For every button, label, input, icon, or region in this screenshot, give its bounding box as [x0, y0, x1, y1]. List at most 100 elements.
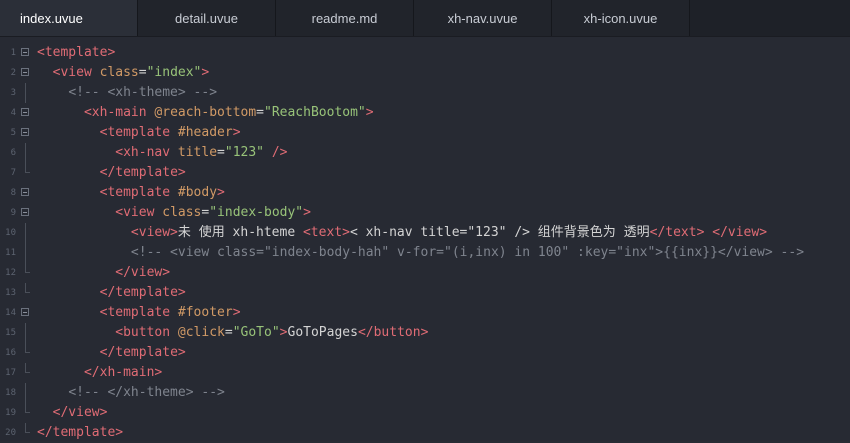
code-line[interactable]: 17 </xh-main> — [0, 363, 850, 383]
code-text: </template> — [37, 163, 186, 183]
line-number: 13 — [5, 288, 16, 298]
code-text: <!-- <xh-theme> --> — [37, 83, 217, 103]
code-token: class — [162, 205, 202, 220]
fold-toggle-icon[interactable] — [21, 208, 29, 216]
tab-detail-uvue[interactable]: detail.uvue — [138, 0, 276, 36]
fold-end-marker — [25, 423, 30, 433]
code-line[interactable]: 2 <view class="index"> — [0, 63, 850, 83]
code-line[interactable]: 5 <template #header> — [0, 123, 850, 143]
line-number: 20 — [5, 428, 16, 438]
tab-bar: index.uvue detail.uvue readme.md xh-nav.… — [0, 0, 850, 37]
code-text: <!-- </xh-theme> --> — [37, 383, 225, 403]
code-token: > — [217, 185, 225, 200]
code-text: <template> — [37, 43, 115, 63]
code-token: "index-body" — [209, 205, 304, 220]
tab-xh-nav-uvue[interactable]: xh-nav.uvue — [414, 0, 552, 36]
code-token: <view> — [130, 225, 178, 240]
code-text: <xh-main @reach-bottom="ReachBootom"> — [37, 103, 374, 123]
code-text: </xh-main> — [37, 363, 162, 383]
code-token: = — [224, 325, 233, 340]
code-line[interactable]: 8 <template #body> — [0, 183, 850, 203]
code-line[interactable]: 12 </view> — [0, 263, 850, 283]
code-token: class — [99, 65, 139, 80]
tab-xh-icon-uvue[interactable]: xh-icon.uvue — [552, 0, 690, 36]
code-editor[interactable]: index.uvue detail.uvue readme.md xh-nav.… — [0, 0, 850, 441]
code-token: <template — [37, 45, 108, 60]
code-token: <!-- </xh-theme> --> — [68, 385, 225, 400]
code-token: GoToPages — [287, 325, 358, 340]
code-token: </template> — [99, 345, 186, 360]
code-token: </template> — [99, 165, 186, 180]
line-number: 7 — [10, 168, 16, 178]
fold-toggle-icon[interactable] — [21, 128, 29, 136]
code-text: <xh-nav title="123" /> — [37, 143, 287, 163]
code-token: <view — [52, 65, 92, 80]
code-token: <xh-nav — [115, 145, 171, 160]
code-token: <template — [99, 305, 171, 320]
fold-end-marker — [25, 343, 30, 353]
tab-index-uvue[interactable]: index.uvue — [0, 0, 138, 36]
code-line[interactable]: 11 <!-- <view class="index-body-hah" v-f… — [0, 243, 850, 263]
tab-readme-md[interactable]: readme.md — [276, 0, 414, 36]
line-number: 6 — [10, 148, 16, 158]
code-token: @click — [177, 325, 225, 340]
code-token: <text> — [302, 225, 350, 240]
line-number: 18 — [5, 388, 16, 398]
fold-toggle-icon[interactable] — [21, 108, 29, 116]
code-text: </view> — [37, 403, 108, 423]
code-token: > — [232, 305, 241, 320]
code-token: <button — [115, 325, 171, 340]
line-number: 11 — [5, 248, 16, 258]
fold-toggle-icon[interactable] — [21, 68, 29, 76]
code-line[interactable]: 6 <xh-nav title="123" /> — [0, 143, 850, 163]
code-token: > — [107, 45, 116, 60]
code-token: </view> — [52, 405, 108, 420]
line-number: 8 — [10, 188, 16, 198]
fold-toggle-icon[interactable] — [21, 188, 29, 196]
code-token: "ReachBootom" — [264, 105, 366, 120]
fold-end-marker — [25, 163, 30, 173]
code-line[interactable]: 13 </template> — [0, 283, 850, 303]
fold-line-marker — [25, 383, 26, 403]
code-line[interactable]: 3 <!-- <xh-theme> --> — [0, 83, 850, 103]
code-line[interactable]: 16 </template> — [0, 343, 850, 363]
code-line[interactable]: 4 <xh-main @reach-bottom="ReachBootom"> — [0, 103, 850, 123]
code-token: <template — [99, 125, 171, 140]
code-text: <view class="index-body"> — [37, 203, 311, 223]
code-line[interactable]: 19 </view> — [0, 403, 850, 423]
code-token: "123" — [224, 145, 265, 160]
code-line[interactable]: 14 <template #footer> — [0, 303, 850, 323]
code-text: </template> — [37, 283, 186, 303]
code-line[interactable]: 1 <template> — [0, 43, 850, 63]
code-token: > — [232, 125, 241, 140]
code-token: = — [138, 65, 147, 80]
code-token: > — [303, 205, 311, 220]
code-line[interactable]: 20 </template> — [0, 423, 850, 443]
fold-toggle-icon[interactable] — [21, 308, 29, 316]
code-line[interactable]: 15 <button @click="GoTo">GoToPages</butt… — [0, 323, 850, 343]
code-line[interactable]: 10 <view>未 使用 xh-hteme <text>< xh-nav ti… — [0, 223, 850, 243]
code-line[interactable]: 18 <!-- </xh-theme> --> — [0, 383, 850, 403]
code-area[interactable]: 1 <template> 2 <view class="index"> 3 <!-- … — [0, 43, 850, 443]
code-token: title — [177, 145, 218, 160]
code-line[interactable]: 7 </template> — [0, 163, 850, 183]
line-number: 3 — [10, 88, 16, 98]
fold-toggle-icon[interactable] — [21, 48, 29, 56]
fold-end-marker — [25, 403, 30, 413]
code-line[interactable]: 9 <view class="index-body"> — [0, 203, 850, 223]
